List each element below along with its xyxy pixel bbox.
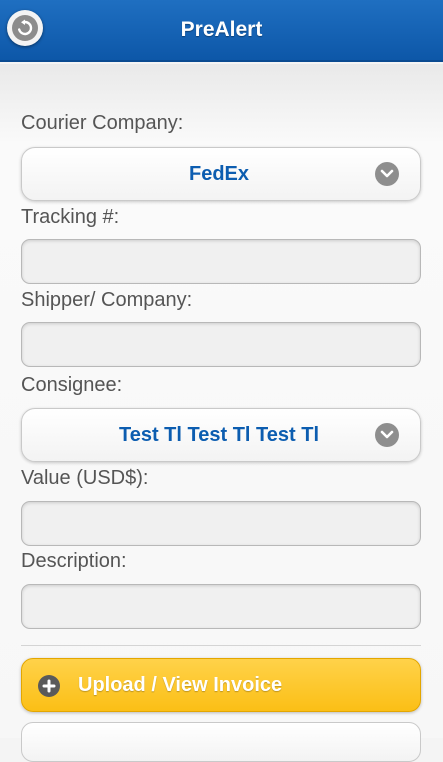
upload-invoice-button[interactable]: Upload / View Invoice — [21, 658, 421, 712]
upload-invoice-label: Upload / View Invoice — [78, 674, 283, 696]
shipper-company-input[interactable] — [21, 322, 421, 367]
description-label: Description: — [21, 550, 127, 572]
consignee-value: Test Tl Test Tl Test Tl — [118, 423, 320, 446]
value-usd-input[interactable] — [21, 501, 421, 546]
chevron-down-icon — [375, 162, 399, 186]
description-input[interactable] — [21, 584, 421, 629]
plus-icon — [38, 675, 60, 697]
consignee-select[interactable]: Test Tl Test Tl Test Tl — [21, 408, 421, 462]
app-header: PreAlert — [0, 0, 443, 62]
courier-company-value: FedEx — [188, 162, 250, 185]
section-divider — [21, 645, 421, 646]
courier-company-select[interactable]: FedEx — [21, 147, 421, 201]
page-title: PreAlert — [180, 18, 263, 41]
tracking-input[interactable] — [21, 239, 421, 284]
courier-company-label: Courier Company: — [21, 112, 184, 134]
chevron-down-icon — [375, 423, 399, 447]
secondary-action-button[interactable] — [21, 722, 421, 762]
consignee-label: Consignee: — [21, 374, 123, 396]
tracking-label: Tracking #: — [21, 206, 120, 228]
value-usd-label: Value (USD$): — [21, 467, 149, 489]
shipper-company-label: Shipper/ Company: — [21, 289, 193, 311]
